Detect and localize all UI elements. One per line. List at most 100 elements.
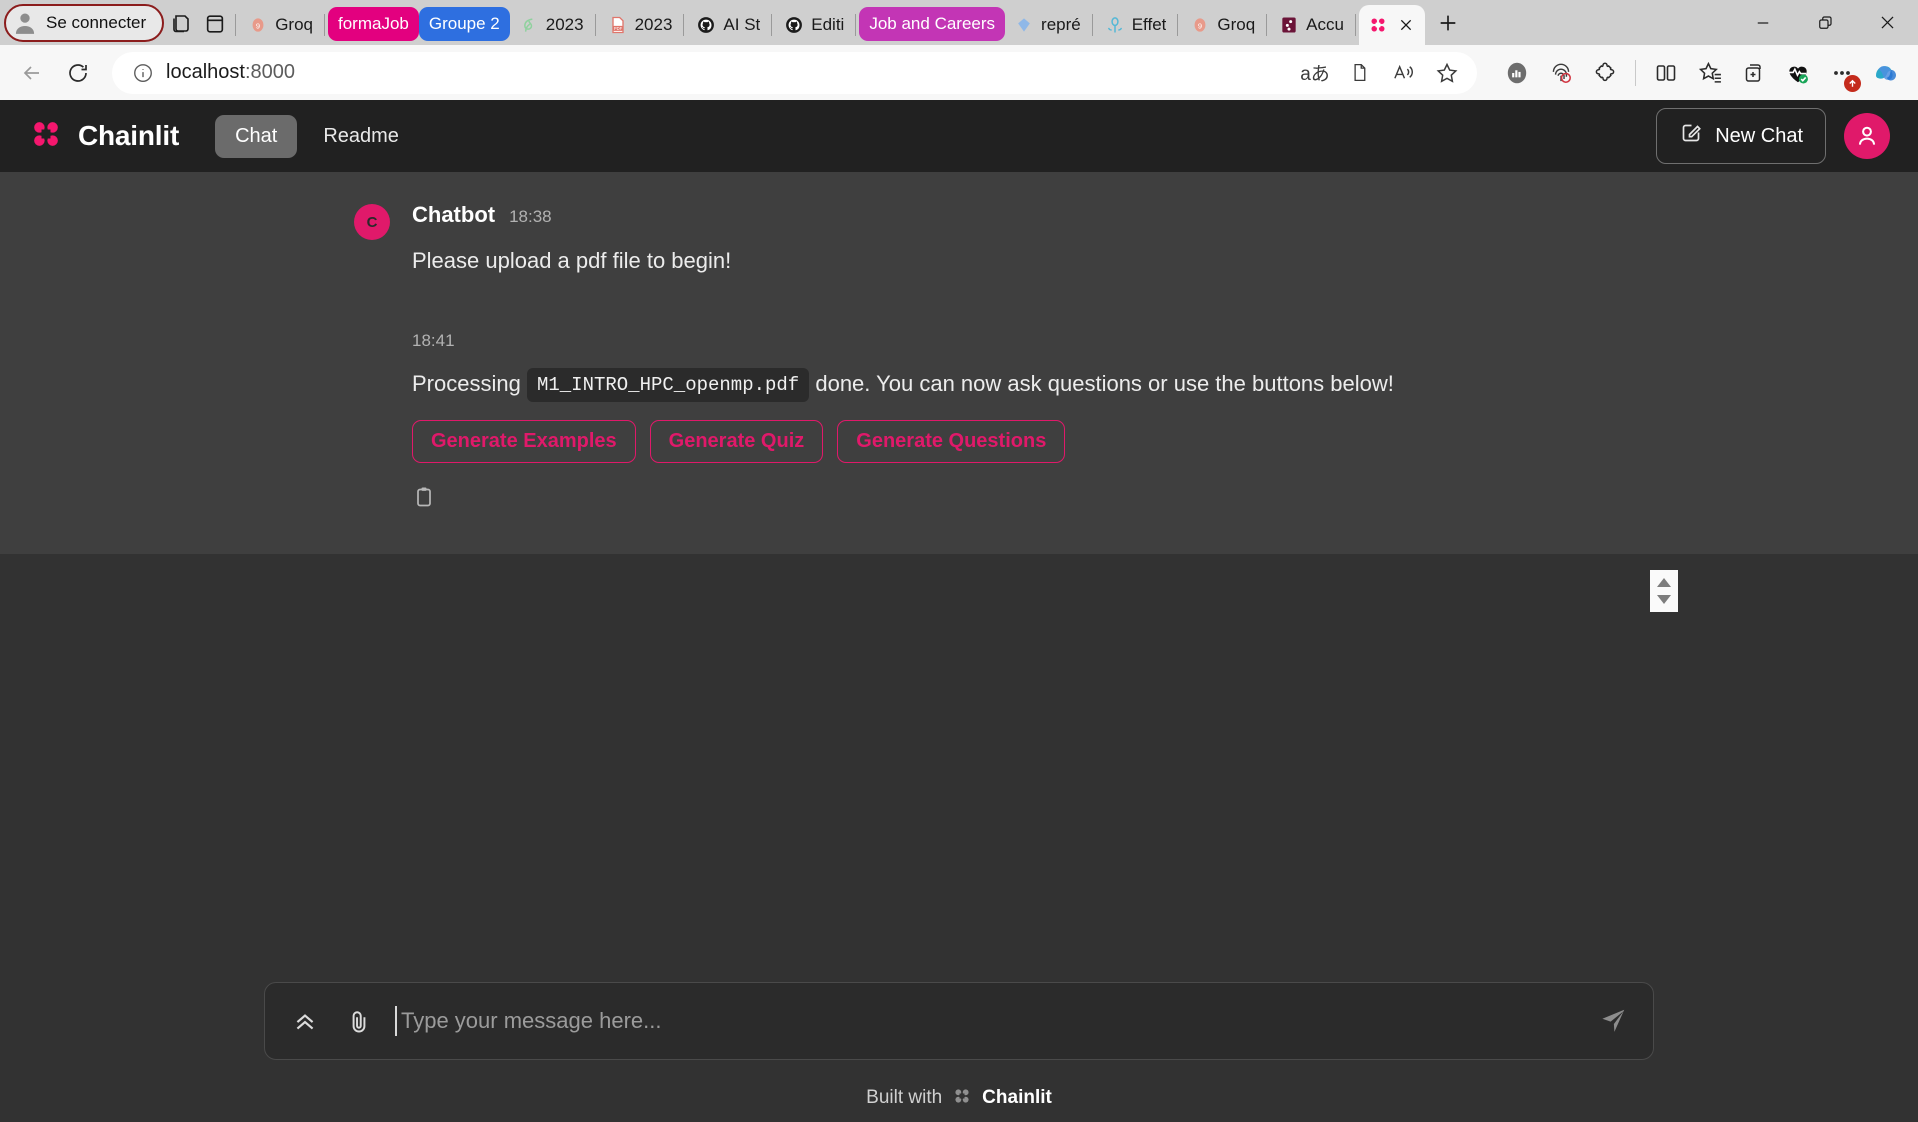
tab-separator: [1266, 14, 1268, 36]
browser-tab[interactable]: repré: [1005, 5, 1089, 45]
groq-icon: 9: [1189, 14, 1211, 36]
new-tab-button[interactable]: [1425, 4, 1471, 42]
svg-text:9: 9: [1198, 21, 1202, 30]
browser-tab[interactable]: 9 Groq: [239, 5, 321, 45]
favorites-icon[interactable]: [1690, 53, 1730, 93]
tab-separator: [235, 14, 237, 36]
browser-tab[interactable]: PDF 2023: [599, 5, 681, 45]
svg-text:9: 9: [256, 21, 260, 30]
chevrons-up-icon[interactable]: [287, 1003, 323, 1039]
sign-in-button[interactable]: Se connecter: [4, 4, 165, 42]
navigation-toolbar: localhost:8000 aあ: [0, 45, 1918, 100]
flower-icon: [1104, 14, 1126, 36]
app-header: Chainlit Chat Readme New Chat: [0, 100, 1918, 172]
reading-view-icon[interactable]: [1339, 55, 1379, 91]
minimize-button[interactable]: [1732, 0, 1794, 45]
tab-separator: [323, 14, 325, 36]
generate-questions-button[interactable]: Generate Questions: [837, 420, 1066, 464]
url-text: localhost:8000: [166, 61, 1287, 84]
tab-separator: [855, 14, 857, 36]
tab-active-chainlit[interactable]: [1358, 5, 1425, 45]
tab-groups-icon[interactable]: [164, 7, 198, 41]
info-icon[interactable]: [128, 58, 158, 88]
composer-area: [0, 982, 1918, 1074]
action-buttons: Generate Examples Generate Quiz Generate…: [412, 420, 1564, 464]
tab-label: Editi: [811, 15, 845, 34]
message-text-after: done. You can now ask questions or use t…: [815, 371, 1394, 396]
tab-close-icon[interactable]: [1395, 14, 1417, 36]
send-button[interactable]: [1591, 999, 1635, 1043]
browser-tab[interactable]: Job and Careers: [859, 7, 1006, 41]
tab-label: Groupe 2: [428, 14, 500, 33]
new-chat-label: New Chat: [1715, 124, 1803, 147]
split-screen-icon[interactable]: [1646, 53, 1686, 93]
translate-icon[interactable]: aあ: [1295, 55, 1335, 91]
favorite-star-icon[interactable]: [1427, 55, 1467, 91]
address-bar[interactable]: localhost:8000 aあ: [112, 51, 1477, 94]
chainlit-logo-gray-icon: [952, 1086, 972, 1111]
tab-label: Accu: [1306, 15, 1344, 34]
browser-tab[interactable]: AI St: [687, 5, 768, 45]
generate-quiz-button[interactable]: Generate Quiz: [649, 420, 824, 464]
browser-tab[interactable]: Accu: [1270, 5, 1352, 45]
new-chat-button[interactable]: New Chat: [1656, 108, 1826, 164]
brand-name: Chainlit: [78, 120, 180, 151]
tab-strip: Se connecter 9 Groq formaJob Groupe 2 2023…: [0, 0, 1918, 45]
tab-separator: [1177, 14, 1179, 36]
footer: Built with Chainlit: [0, 1074, 1918, 1122]
generate-examples-button[interactable]: Generate Examples: [412, 420, 636, 464]
browser-tab[interactable]: Groupe 2: [418, 7, 510, 41]
tab-label: Groq: [1217, 15, 1256, 34]
read-aloud-icon[interactable]: [1383, 55, 1423, 91]
tab-label: repré: [1041, 15, 1081, 34]
message-timestamp: 18:38: [509, 207, 552, 226]
tab-label: Groq: [275, 15, 313, 34]
browser-tab[interactable]: 9 Groq: [1181, 5, 1263, 45]
close-window-button[interactable]: [1856, 0, 1918, 45]
clipboard-copy-icon[interactable]: [412, 487, 436, 513]
tab-separator: [1354, 14, 1356, 36]
tab-separator: [1091, 14, 1093, 36]
triangle-up-icon[interactable]: [1657, 578, 1671, 587]
chainlit-icon: [1367, 14, 1389, 36]
avatar[interactable]: [1844, 113, 1890, 159]
copilot-icon[interactable]: [1866, 53, 1906, 93]
browser-tab[interactable]: 2023: [510, 5, 592, 45]
footer-brand: Chainlit: [982, 1087, 1052, 1108]
groq-icon: 9: [247, 14, 269, 36]
footer-built-with: Built with: [866, 1087, 943, 1108]
settings-more-icon[interactable]: [1822, 53, 1862, 93]
browser-tab[interactable]: formaJob: [327, 7, 419, 41]
message-composer[interactable]: [264, 982, 1654, 1060]
tab-separator: [771, 14, 773, 36]
browser-window: Se connecter 9 Groq formaJob Groupe 2 2023…: [0, 0, 1918, 1122]
fingerprint-icon[interactable]: [1541, 53, 1581, 93]
browser-tab[interactable]: Editi: [775, 5, 852, 45]
tab-chat[interactable]: Chat: [215, 114, 298, 158]
extensions-icon[interactable]: [1585, 53, 1625, 93]
message-text: Processing M1_INTRO_HPC_openmp.pdf done.…: [412, 367, 1564, 403]
triangle-down-icon[interactable]: [1657, 595, 1671, 604]
reload-button[interactable]: [58, 53, 98, 93]
message-text: Please upload a pdf file to begin!: [412, 248, 732, 273]
vertical-tabs-icon[interactable]: [198, 7, 232, 41]
performance-icon[interactable]: [1497, 53, 1537, 93]
message-item: C Chatbot 18:38 Please upload a pdf file…: [354, 202, 1564, 277]
paperclip-icon[interactable]: [341, 1003, 377, 1039]
collections-icon[interactable]: [1734, 53, 1774, 93]
tab-readme[interactable]: Readme: [303, 115, 419, 158]
message-timestamp: 18:41: [412, 331, 455, 350]
back-button[interactable]: [12, 53, 52, 93]
diamond-icon: [1013, 14, 1035, 36]
restore-button[interactable]: [1794, 0, 1856, 45]
tab-label: Effet: [1131, 15, 1167, 34]
settings-update-badge: [1844, 74, 1861, 92]
user-icon: [1858, 126, 1876, 145]
drop-health-icon[interactable]: [1778, 53, 1818, 93]
toolbar-divider: [1635, 59, 1636, 86]
scroll-stepper[interactable]: [1650, 570, 1678, 612]
message-input[interactable]: [395, 1006, 1573, 1036]
browser-tab[interactable]: Effet: [1096, 5, 1175, 45]
window-controls: [1732, 0, 1918, 45]
message-author: Chatbot: [412, 202, 496, 227]
